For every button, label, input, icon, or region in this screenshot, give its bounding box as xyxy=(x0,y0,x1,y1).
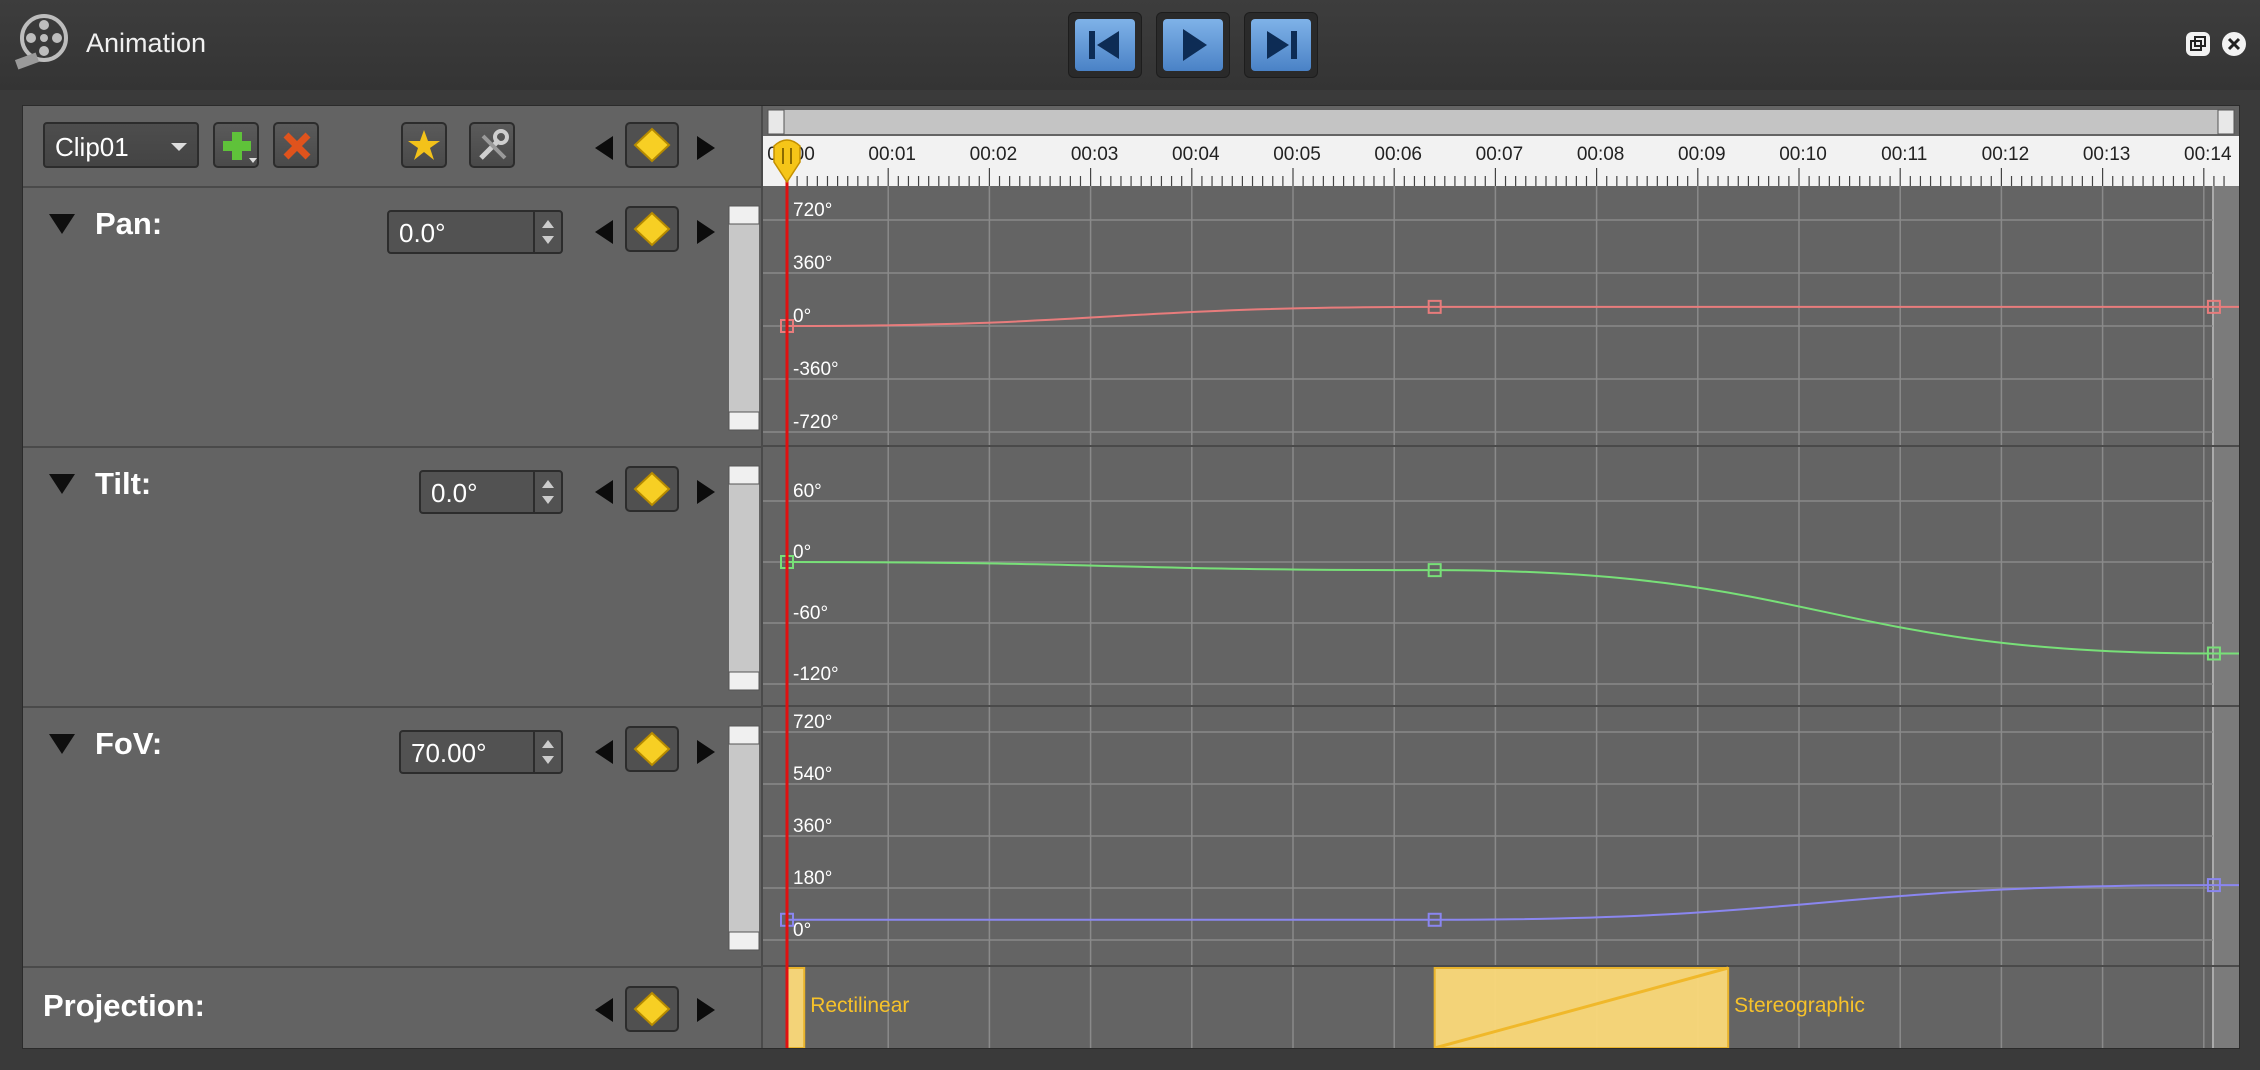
fov-value-scrollbar-handle-top[interactable] xyxy=(728,725,760,745)
ruler-tick-label: 00:04 xyxy=(1172,144,1220,165)
pan-axis-label: -720° xyxy=(793,412,839,433)
time-scrollbar[interactable] xyxy=(768,110,2234,134)
ruler-tick-label: 00:05 xyxy=(1273,144,1321,165)
pan-axis-label: -360° xyxy=(793,359,839,380)
ruler-tick-label: 00:09 xyxy=(1678,144,1726,165)
pan-axis-label: 360° xyxy=(793,253,832,274)
fov-axis-label: 180° xyxy=(793,868,832,889)
ruler-tick-label: 00:14 xyxy=(2184,144,2232,165)
pan-value-scrollbar-handle-top[interactable] xyxy=(728,205,760,225)
ruler-tick-label: 00:06 xyxy=(1374,144,1422,165)
restore-window-button[interactable] xyxy=(2186,32,2210,56)
go-to-end-button[interactable] xyxy=(1244,12,1318,78)
close-window-button[interactable] xyxy=(2222,32,2246,56)
pan-axis-label: 0° xyxy=(793,306,811,327)
pan-axis-label: 720° xyxy=(793,200,832,221)
ruler-tick-label: 00:11 xyxy=(1881,144,1927,165)
ruler-tick-label: 00:02 xyxy=(970,144,1018,165)
fov-axis-label: 540° xyxy=(793,764,832,785)
fov-axis-label: 0° xyxy=(793,920,811,941)
fov-value-scrollbar[interactable] xyxy=(729,726,759,946)
tilt-value-scrollbar[interactable] xyxy=(729,466,759,686)
window-title: Animation xyxy=(86,28,207,58)
ruler-tick-label: 00:12 xyxy=(1982,144,2030,165)
play-button[interactable] xyxy=(1156,12,1230,78)
ruler-tick-label: 00:10 xyxy=(1779,144,1827,165)
ruler-tick-label: 00:03 xyxy=(1071,144,1119,165)
close-icon xyxy=(2227,37,2241,51)
pan-value-scrollbar-handle-bottom[interactable] xyxy=(728,411,760,431)
play-icon xyxy=(1183,29,1207,61)
skip-forward-icon xyxy=(1267,31,1297,59)
fov-axis-label: 720° xyxy=(793,712,832,733)
ruler-tick-label: 00:01 xyxy=(868,144,916,165)
tilt-axis-label: -120° xyxy=(793,664,839,685)
end-region xyxy=(2213,186,2239,1048)
ruler-tick-label: 00:08 xyxy=(1577,144,1625,165)
film-reel-icon xyxy=(14,14,68,70)
go-to-start-button[interactable] xyxy=(1068,12,1142,78)
tilt-value-scrollbar-handle-top[interactable] xyxy=(728,465,760,485)
fov-value-scrollbar-handle-bottom[interactable] xyxy=(728,931,760,951)
tilt-axis-label: 60° xyxy=(793,481,822,502)
projection-segment-label: Stereographic xyxy=(1734,994,1865,1017)
skip-back-icon xyxy=(1089,31,1119,59)
pan-value-scrollbar[interactable] xyxy=(729,206,759,426)
title-bar: Animation xyxy=(0,0,2260,90)
fov-axis-label: 360° xyxy=(793,816,832,837)
tilt-axis-label: -60° xyxy=(793,603,828,624)
ruler-tick-label: 00:07 xyxy=(1476,144,1524,165)
tilt-axis-label: 0° xyxy=(793,542,811,563)
ruler-tick-label: 00:13 xyxy=(2083,144,2131,165)
projection-segment-label: Rectilinear xyxy=(810,994,909,1017)
scroll-handle-left[interactable] xyxy=(767,109,785,135)
scroll-handle-right[interactable] xyxy=(2217,109,2235,135)
graph-background xyxy=(763,106,2239,1048)
restore-icon xyxy=(2190,36,2206,51)
timeline-graph[interactable]: 00:0000:0100:0200:0300:0400:0500:0600:07… xyxy=(23,106,2239,1048)
animation-panel: Clip01 Pan: 0.0° Tilt: 0.0° FoV: 70.00° … xyxy=(22,105,2240,1049)
tilt-value-scrollbar-handle-bottom[interactable] xyxy=(728,671,760,691)
projection-transition[interactable] xyxy=(786,967,806,1048)
